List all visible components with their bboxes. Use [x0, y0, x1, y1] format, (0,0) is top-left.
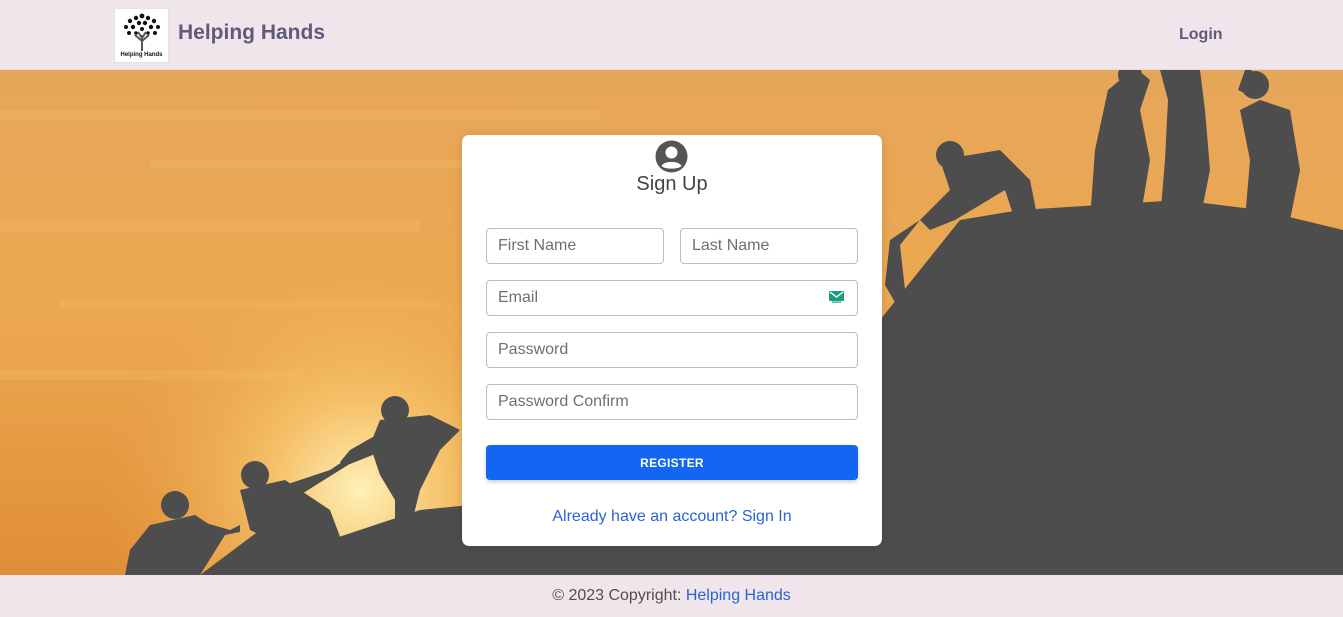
tree-logo-icon	[123, 13, 160, 51]
last-name-input[interactable]	[680, 228, 858, 264]
navbar: Helping Hands Helping Hands Login	[0, 0, 1343, 70]
password-input[interactable]	[486, 332, 858, 368]
signup-card: Sign Up REGISTER Already have an account…	[462, 135, 882, 546]
logo[interactable]: Helping Hands	[114, 8, 169, 63]
signup-title: Sign Up	[636, 173, 708, 195]
register-button[interactable]: REGISTER	[486, 445, 858, 480]
footer-brand-link[interactable]: Helping Hands	[686, 587, 791, 604]
email-autofill-icon[interactable]	[829, 291, 844, 303]
copyright-text: © 2023 Copyright:	[552, 587, 686, 604]
signin-link[interactable]: Already have an account? Sign In	[462, 508, 882, 526]
first-name-input[interactable]	[486, 228, 664, 264]
brand-link[interactable]: Helping Hands	[178, 21, 325, 45]
nav-login-link[interactable]: Login	[1179, 26, 1223, 44]
email-input[interactable]	[486, 280, 858, 316]
logo-caption: Helping Hands	[120, 52, 163, 58]
footer: © 2023 Copyright: Helping Hands	[0, 575, 1343, 617]
password-confirm-input[interactable]	[486, 384, 858, 420]
user-avatar-icon	[655, 140, 688, 173]
